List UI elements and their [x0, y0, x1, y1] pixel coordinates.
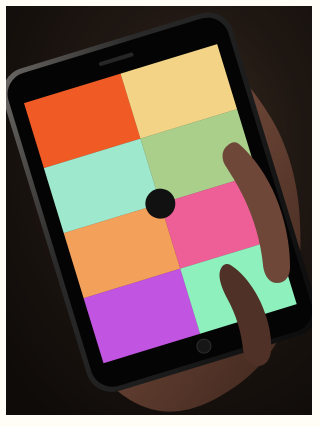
photo-frame [6, 6, 312, 415]
phone-in-hand-photo [6, 6, 312, 415]
